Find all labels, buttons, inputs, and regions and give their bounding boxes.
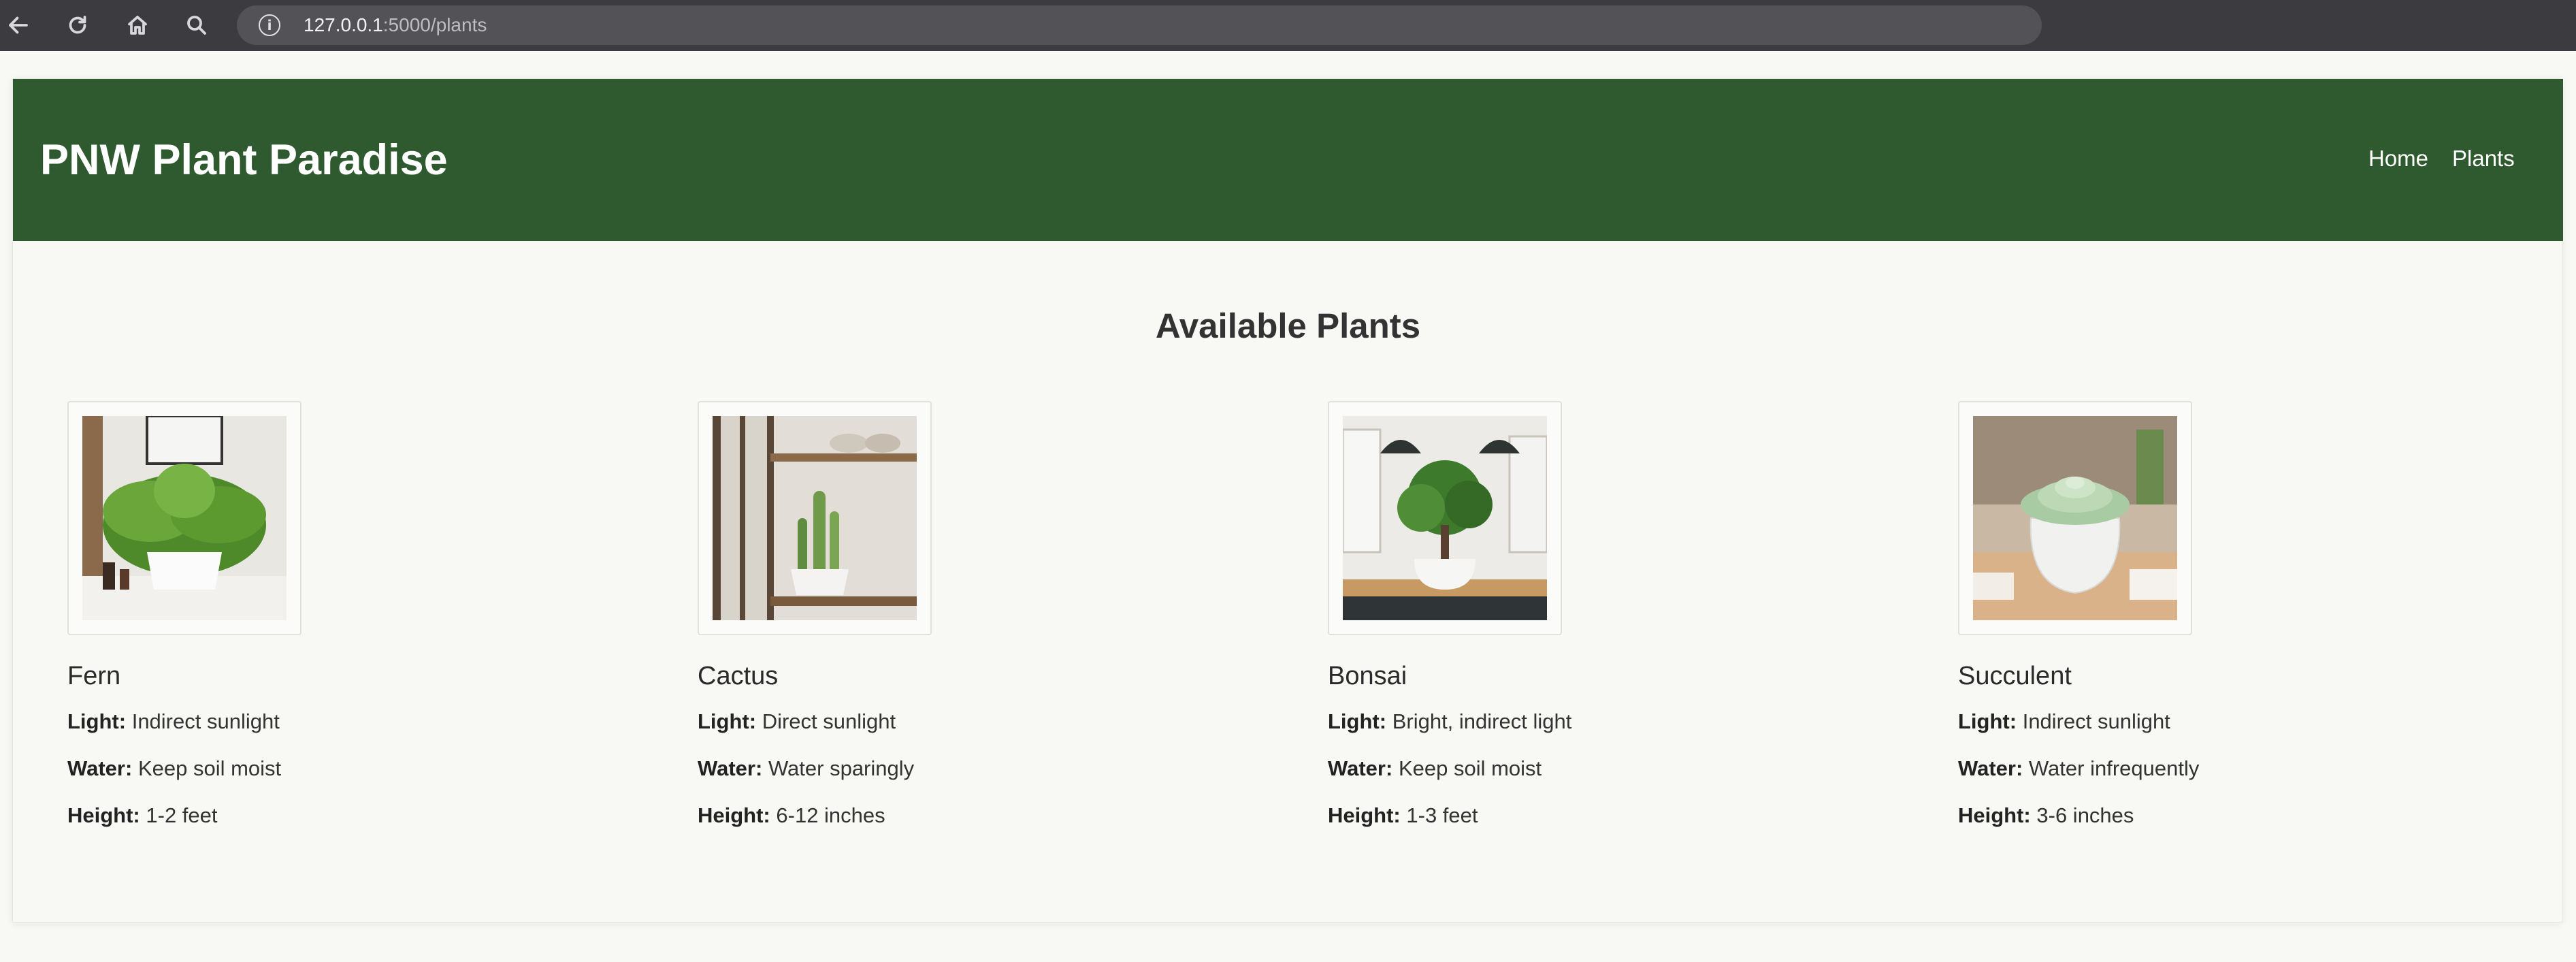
light-value: Direct sunlight (762, 709, 896, 733)
home-icon[interactable] (119, 8, 156, 42)
plant-height: Height: 3-6 inches (1958, 803, 2134, 828)
reload-icon[interactable] (59, 8, 96, 42)
height-value: 3-6 inches (2036, 803, 2134, 827)
plant-height: Height: 1-2 feet (67, 803, 218, 828)
url-host: 127.0.0.1 (304, 14, 383, 35)
site-header: PNW Plant Paradise Home Plants (13, 79, 2563, 241)
plant-light: Light: Direct sunlight (698, 709, 896, 734)
water-value: Water sparingly (768, 756, 915, 780)
light-label: Light: (67, 709, 127, 733)
water-label: Water: (1328, 756, 1393, 780)
url-path: :5000/plants (382, 14, 487, 35)
height-label: Height: (1328, 803, 1401, 827)
site-brand[interactable]: PNW Plant Paradise (40, 135, 448, 185)
water-label: Water: (67, 756, 133, 780)
plant-height: Height: 6-12 inches (698, 803, 885, 828)
fern-photo (67, 401, 301, 635)
nav-home-link[interactable]: Home (2368, 146, 2428, 172)
info-icon[interactable]: i (259, 14, 280, 36)
bonsai-photo (1328, 401, 1562, 635)
plant-name: Cactus (698, 662, 779, 690)
plant-light: Light: Bright, indirect light (1328, 709, 1571, 734)
plant-height: Height: 1-3 feet (1328, 803, 1478, 828)
light-value: Indirect sunlight (131, 709, 280, 733)
back-icon[interactable] (0, 8, 37, 42)
light-label: Light: (1328, 709, 1387, 733)
cactus-photo (698, 401, 932, 635)
water-label: Water: (698, 756, 763, 780)
page-title: Available Plants (1155, 306, 1421, 345)
light-label: Light: (698, 709, 757, 733)
plant-light: Light: Indirect sunlight (67, 709, 280, 734)
water-label: Water: (1958, 756, 2023, 780)
address-bar[interactable]: i 127.0.0.1:5000/plants (237, 5, 2042, 45)
light-label: Light: (1958, 709, 2017, 733)
light-value: Indirect sunlight (2022, 709, 2170, 733)
light-value: Bright, indirect light (1392, 709, 1572, 733)
plant-light: Light: Indirect sunlight (1958, 709, 2170, 734)
plant-name: Succulent (1958, 662, 2072, 690)
plant-water: Water: Water sparingly (698, 756, 914, 781)
height-label: Height: (1958, 803, 2031, 827)
plant-water: Water: Keep soil moist (67, 756, 281, 781)
plant-water: Water: Water infrequently (1958, 756, 2199, 781)
water-value: Keep soil moist (137, 756, 282, 780)
water-value: Water infrequently (2028, 756, 2200, 780)
height-label: Height: (67, 803, 140, 827)
height-value: 1-3 feet (1406, 803, 1478, 827)
browser-toolbar: i 127.0.0.1:5000/plants (0, 0, 2576, 51)
nav-plants-link[interactable]: Plants (2452, 146, 2515, 172)
water-value: Keep soil moist (1398, 756, 1542, 780)
plant-name: Fern (67, 662, 121, 690)
plant-name: Bonsai (1328, 662, 1407, 690)
url-text: 127.0.0.1:5000/plants (304, 14, 487, 36)
page-container: PNW Plant Paradise Home Plants Available… (12, 78, 2563, 923)
search-icon[interactable] (178, 8, 215, 42)
height-value: 1-2 feet (146, 803, 218, 827)
height-value: 6-12 inches (776, 803, 885, 827)
plant-water: Water: Keep soil moist (1328, 756, 1542, 781)
succulent-photo (1958, 401, 2192, 635)
height-label: Height: (698, 803, 770, 827)
